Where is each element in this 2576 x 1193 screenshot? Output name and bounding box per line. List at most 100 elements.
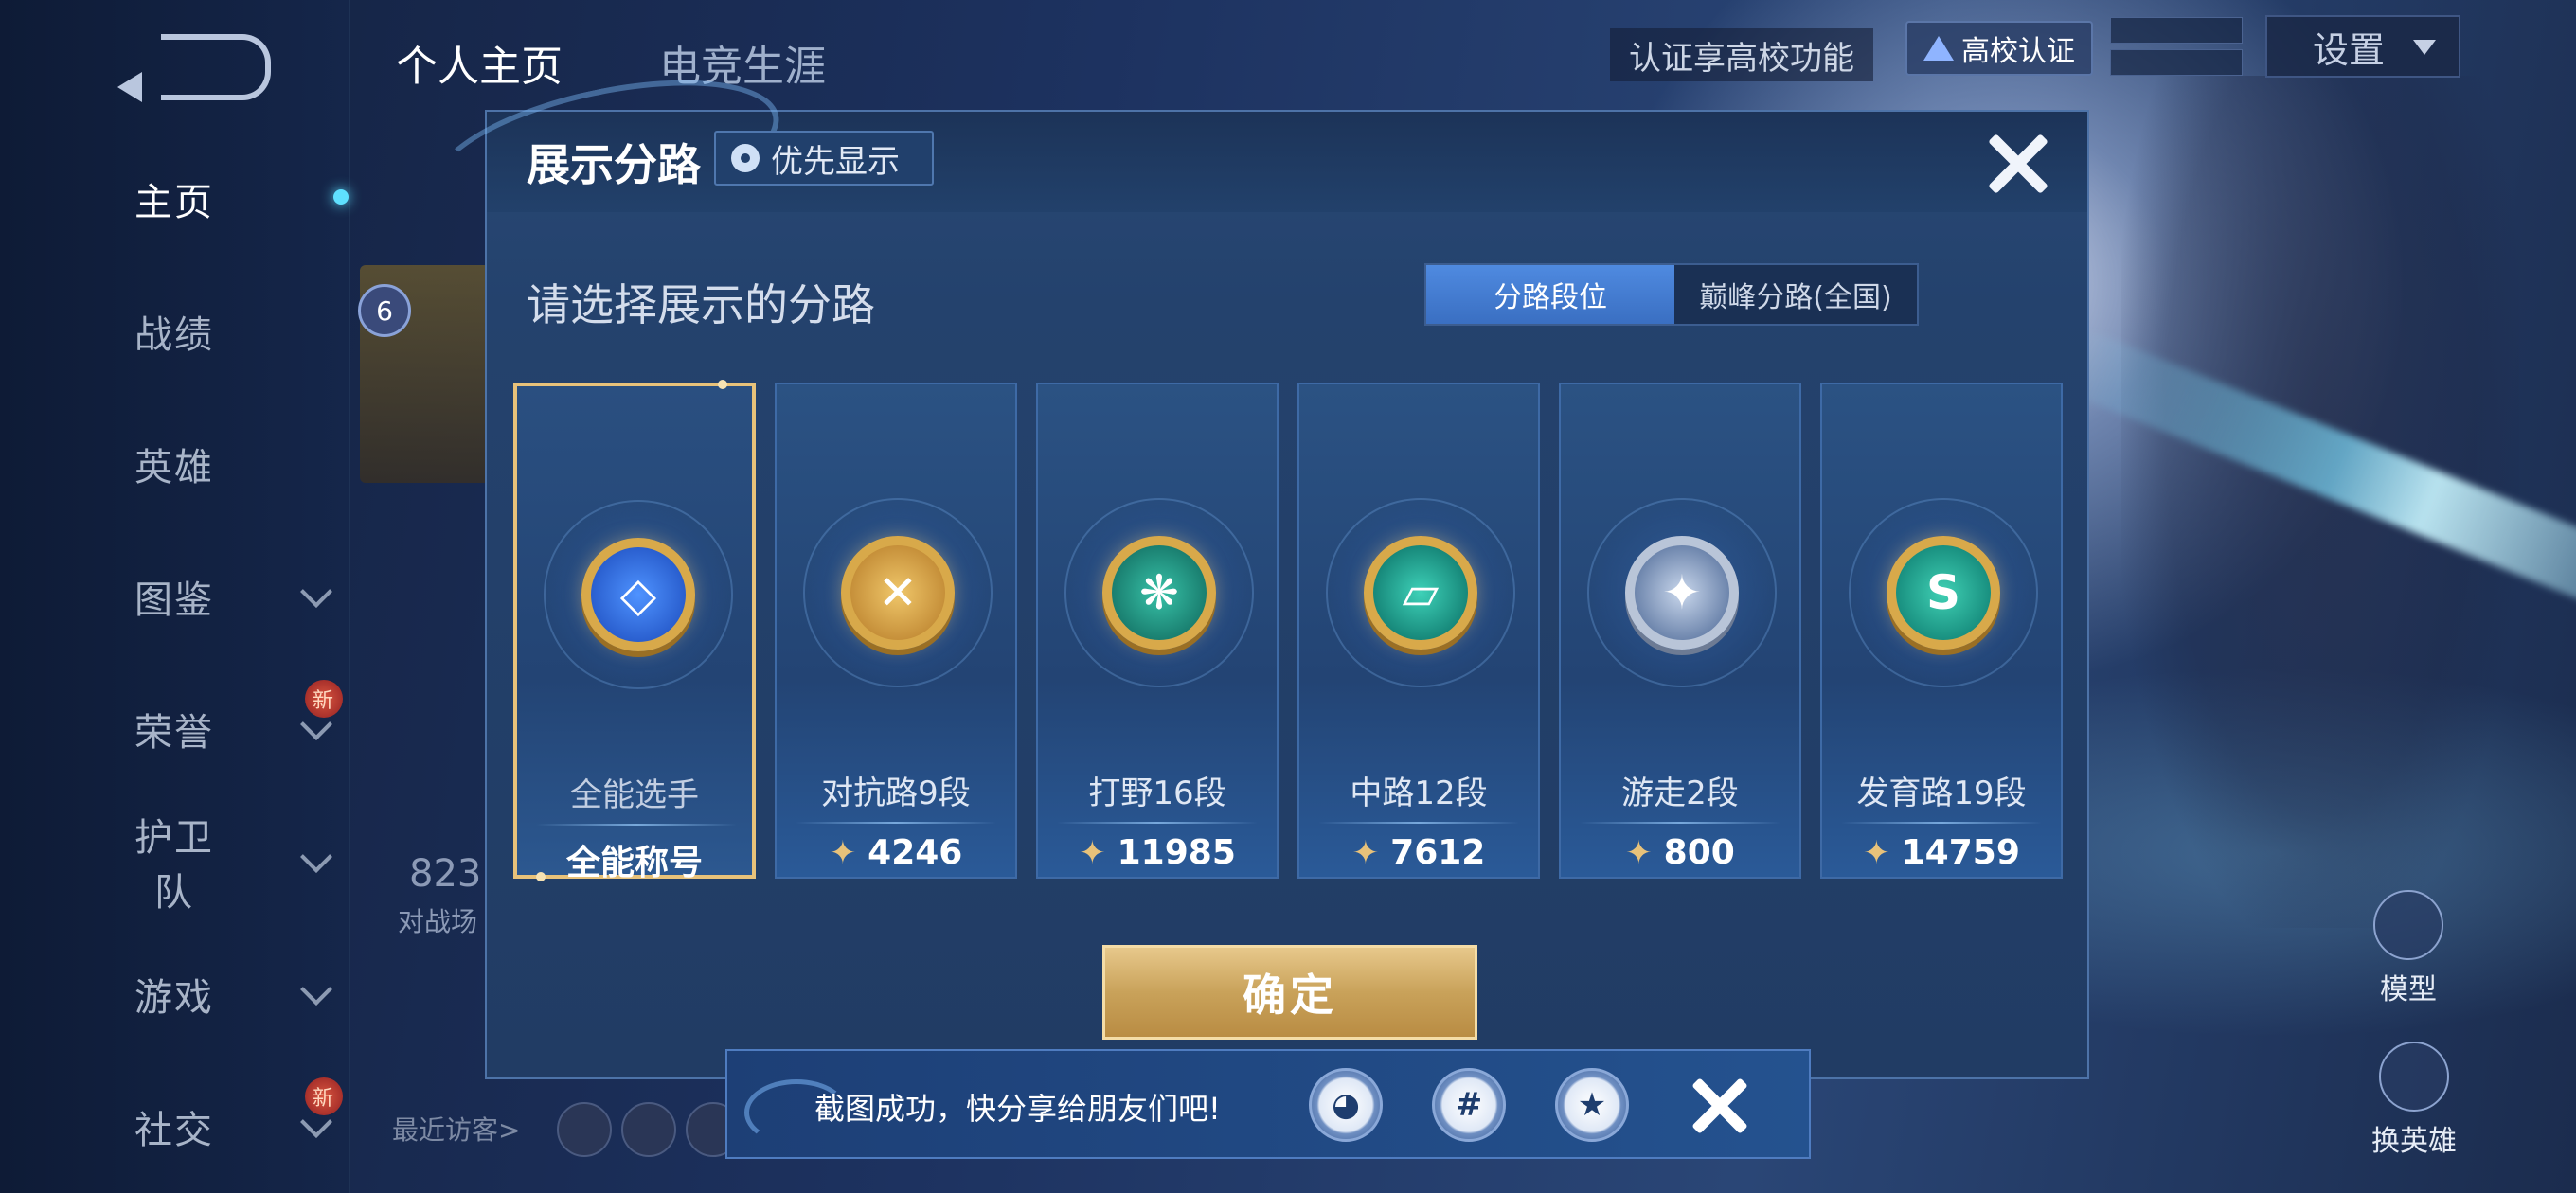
model-button[interactable]: 模型 — [2356, 890, 2460, 1007]
toast-message: 截图成功，快分享给朋友们吧! — [814, 1091, 1221, 1127]
visitor-avatar[interactable] — [621, 1102, 676, 1157]
lane-score: ✦ 7612 — [1299, 833, 1538, 872]
lane-name: 打野16段 — [1088, 775, 1226, 812]
lane-score: ✦ 14759 — [1822, 833, 2061, 872]
sidebar-item-label: 主页 — [134, 181, 214, 224]
campus-cert-label: 高校认证 — [1961, 35, 2075, 68]
emblem-glyph: ✦ — [1662, 565, 1702, 620]
settings-label: 设置 — [2313, 28, 2386, 71]
chevron-down-icon — [300, 576, 332, 608]
score-star-icon: ✦ — [1351, 833, 1380, 872]
sidebar-item-label: 战绩 — [134, 313, 214, 357]
lane-card[interactable]: S 发育路19段 ✦ 14759 — [1820, 383, 2063, 879]
lane-name: 中路12段 — [1350, 775, 1488, 812]
screenshot-share-toast: 截图成功，快分享给朋友们吧! ◕ # ★ — [725, 1049, 1811, 1159]
confirm-button[interactable]: 确定 — [1102, 945, 1477, 1040]
lane-card[interactable]: ✕ 对抗路9段 ✦ 4246 — [775, 383, 1017, 879]
divider — [796, 822, 996, 824]
lane-display-dialog: 展示分路 优先显示 请选择展示的分路 分路段位 巅峰分路(全国) ◇ 全能选手 全能… — [420, 53, 2089, 1079]
lane-score: ✦ 11985 — [1038, 833, 1277, 872]
score-star-icon: ✦ — [1079, 833, 1106, 872]
mid-lane-emblem-icon: ▱ — [1364, 536, 1477, 650]
small-status-tags — [2110, 17, 2243, 81]
divider — [1318, 822, 1519, 824]
lane-score-value: 11985 — [1117, 833, 1236, 872]
sidebar-item-5[interactable]: 荣誉 新 — [0, 680, 349, 767]
priority-display-label: 优先显示 — [771, 142, 900, 181]
priority-display-button[interactable]: 优先显示 — [714, 131, 934, 186]
sidebar-item-label: 图鉴 — [134, 579, 214, 622]
selection-corner-dot — [718, 380, 727, 389]
farm-lane-emblem-icon: S — [1887, 536, 2000, 650]
divider — [1057, 822, 1258, 824]
lane-score-value: 7612 — [1390, 833, 1486, 872]
sidebar-item-1[interactable]: 主页 — [0, 161, 349, 237]
sidebar-item-label: 荣誉 — [134, 711, 214, 755]
choose-lane-prompt: 请选择展示的分路 — [527, 279, 875, 330]
swap-hero-label: 换英雄 — [2371, 1125, 2457, 1158]
chevron-down-icon — [300, 973, 332, 1006]
campus-cert-prompt: 认证享高校功能 — [1610, 28, 1873, 81]
emblem-glyph: S — [1925, 565, 1960, 620]
emblem-glyph: ✕ — [878, 565, 918, 620]
divider — [1580, 822, 1780, 824]
lane-score-value: 4246 — [868, 833, 963, 872]
lane-score-value: 全能称号 — [565, 844, 703, 882]
lane-card[interactable]: ✦ 游走2段 ✦ 800 — [1559, 383, 1801, 879]
lane-name: 全能选手 — [570, 776, 699, 814]
back-arrow-icon[interactable] — [117, 34, 271, 102]
status-tag — [2110, 17, 2243, 44]
lane-name: 发育路19段 — [1856, 775, 2027, 812]
level-badge: 6 — [358, 284, 411, 337]
chevron-down-icon — [2413, 40, 2436, 55]
selection-corner-dot — [536, 872, 546, 881]
lane-name: 对抗路9段 — [821, 775, 971, 812]
wechat-moments-icon[interactable]: # — [1432, 1068, 1506, 1142]
lane-mode-toggle: 分路段位 巅峰分路(全国) — [1424, 263, 1919, 326]
sidebar-item-label: 游戏 — [134, 976, 214, 1020]
lane-card[interactable]: ▱ 中路12段 ✦ 7612 — [1297, 383, 1540, 879]
campus-icon — [1923, 36, 1954, 61]
allround-emblem-icon: ◇ — [581, 538, 695, 651]
lane-score: ✦ 4246 — [777, 833, 1015, 872]
emblem-glyph: ▱ — [1402, 565, 1440, 620]
clash-lane-emblem-icon: ✕ — [841, 536, 955, 650]
sidebar-item-6[interactable]: 护卫队 — [0, 816, 349, 915]
roam-emblem-icon: ✦ — [1625, 536, 1739, 650]
match-count-label: 对战场 — [398, 906, 478, 937]
new-badge: 新 — [305, 680, 343, 718]
sidebar-item-4[interactable]: 图鉴 — [0, 559, 349, 634]
sidebar-item-8[interactable]: 社交 新 — [0, 1077, 349, 1165]
emblem-glyph: ◇ — [619, 567, 657, 622]
recent-visitors-link[interactable]: 最近访客> — [392, 1110, 520, 1148]
lane-card[interactable]: ◇ 全能选手全能称号 — [513, 380, 756, 882]
swap-hero-icon — [2379, 1042, 2449, 1112]
lane-name: 游走2段 — [1621, 775, 1739, 812]
close-icon[interactable] — [1981, 127, 2055, 201]
tab-personal-homepage[interactable]: 个人主页 — [396, 32, 563, 93]
sidebar-item-label: 英雄 — [134, 446, 214, 490]
match-count: 823 — [409, 852, 482, 896]
sidebar-item-3[interactable]: 英雄 — [0, 426, 349, 502]
model-label: 模型 — [2380, 973, 2437, 1006]
divider — [536, 824, 737, 826]
lane-score-value: 800 — [1663, 833, 1735, 872]
qzone-icon[interactable]: ★ — [1555, 1068, 1629, 1142]
lane-card[interactable]: ❋ 打野16段 ✦ 11985 — [1036, 383, 1279, 879]
swap-hero-button[interactable]: 换英雄 — [2352, 1042, 2476, 1159]
sidebar-item-label: 社交 — [134, 1109, 214, 1152]
sidebar-item-2[interactable]: 战绩 — [0, 294, 349, 369]
lane-score: ✦ 800 — [1561, 833, 1799, 872]
settings-button[interactable]: 设置 — [2265, 15, 2460, 78]
chevron-down-icon — [300, 841, 332, 873]
close-icon[interactable] — [1691, 1077, 1748, 1134]
qq-icon[interactable]: ◕ — [1309, 1068, 1383, 1142]
lane-score: 全能称号 — [517, 835, 752, 884]
visitor-avatar[interactable] — [557, 1102, 612, 1157]
tab-lane-rank[interactable]: 分路段位 — [1426, 265, 1674, 324]
new-badge: 新 — [305, 1077, 343, 1115]
sidebar-item-7[interactable]: 游戏 — [0, 956, 349, 1032]
tab-peak-lane-national[interactable]: 巅峰分路(全国) — [1674, 265, 1917, 324]
campus-cert-button[interactable]: 高校认证 — [1905, 21, 2093, 76]
sidebar-item-label: 护卫队 — [134, 816, 214, 915]
